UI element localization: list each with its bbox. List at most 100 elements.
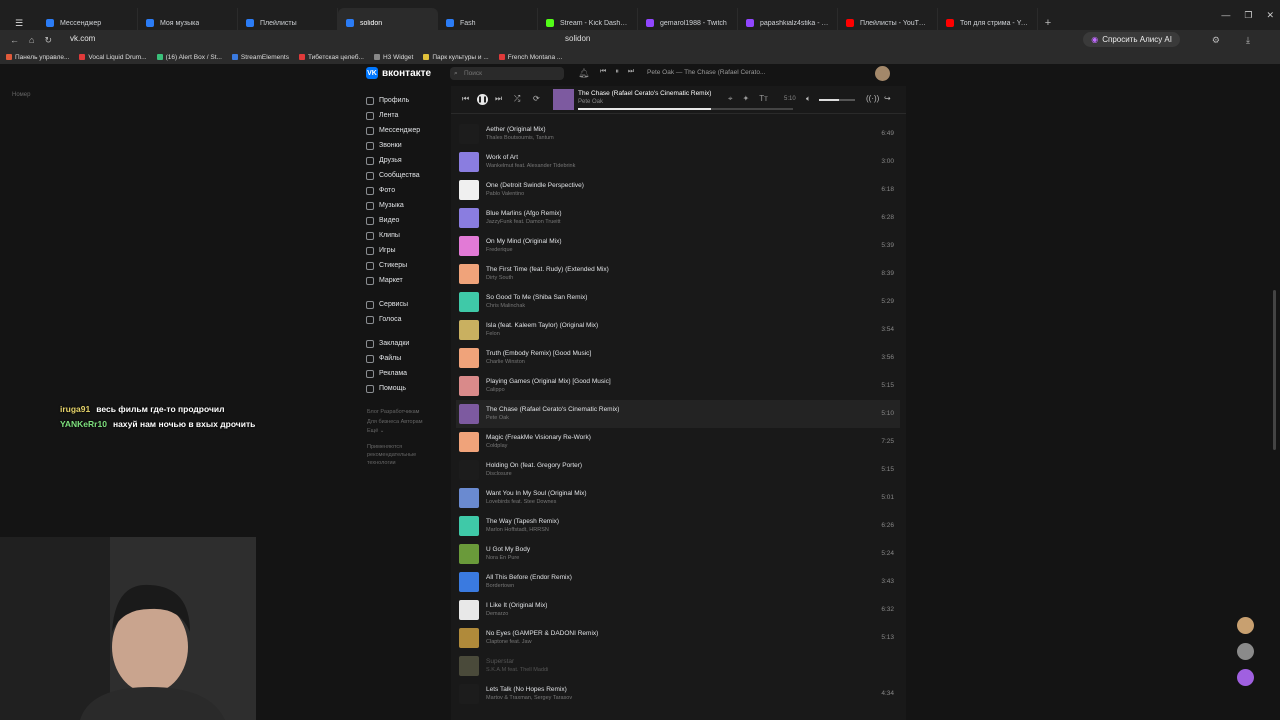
player-next-icon[interactable]: ⏭ — [495, 94, 502, 104]
bookmark-item[interactable]: Парк культуры и ... — [423, 54, 489, 61]
track-artist[interactable]: Wankelmut feat. Alexander Tidebrink — [486, 162, 575, 170]
track-artist[interactable]: Lovebirds feat. Stee Downes — [486, 498, 587, 506]
track-title[interactable]: One (Detroit Swindle Perspective) — [486, 182, 584, 190]
player-artist[interactable]: Pete Oak — [578, 99, 603, 105]
avatar[interactable] — [1237, 617, 1254, 634]
track-title[interactable]: Lets Talk (No Hopes Remix) — [486, 686, 572, 694]
track-artist[interactable]: Marlon Hoffstadt, HRRSN — [486, 526, 559, 534]
track-title[interactable]: Truth (Embody Remix) [Good Music] — [486, 350, 591, 358]
track-row[interactable]: Truth (Embody Remix) [Good Music] Charlie… — [456, 344, 900, 372]
track-artist[interactable]: Felon — [486, 330, 598, 338]
track-cover[interactable] — [459, 348, 479, 368]
sidebar-item[interactable]: Лента — [366, 108, 446, 123]
track-row[interactable]: Want You In My Soul (Original Mix) Lovebi… — [456, 484, 900, 512]
bookmark-item[interactable]: H3 Widget — [373, 54, 413, 61]
track-artist[interactable]: Coldplay — [486, 442, 591, 450]
sidebar-item[interactable]: Видео — [366, 213, 446, 228]
sidebar-item[interactable]: Профиль — [366, 93, 446, 108]
track-title[interactable]: I Like It (Original Mix) — [486, 602, 547, 610]
track-cover[interactable] — [459, 236, 479, 256]
notifications-icon[interactable]: 🔔︎ — [578, 68, 589, 79]
track-cover[interactable] — [459, 152, 479, 172]
downloads-icon[interactable]: ⤓ — [1246, 35, 1250, 46]
track-title[interactable]: U Got My Body — [486, 546, 530, 554]
cast-icon[interactable]: ((·)) — [866, 94, 879, 103]
avatar[interactable] — [875, 66, 890, 81]
track-title[interactable]: The Chase (Rafael Cerato's Cinematic Rem… — [486, 406, 619, 414]
sidebar-item[interactable]: Закладки — [366, 336, 446, 351]
track-cover[interactable] — [459, 656, 479, 676]
volume-icon[interactable]: 🔈︎ — [806, 94, 811, 104]
volume-slider[interactable] — [819, 99, 855, 101]
track-artist[interactable]: Frederique — [486, 246, 561, 254]
track-row[interactable]: Aether (Original Mix) Thales Boutsoumis, … — [456, 120, 900, 148]
track-row[interactable]: U Got My Body Nora En Pure 5:24 — [456, 540, 900, 568]
track-title[interactable]: Isla (feat. Kaleem Taylor) (Original Mix… — [486, 322, 598, 330]
track-title[interactable]: Blue Marlins (Afgo Remix) — [486, 210, 562, 218]
track-title[interactable]: Want You In My Soul (Original Mix) — [486, 490, 587, 498]
track-artist[interactable]: Dirty South — [486, 274, 609, 282]
track-title[interactable]: No Eyes (GAMPER & DADONI Remix) — [486, 630, 598, 638]
track-cover[interactable] — [459, 264, 479, 284]
track-cover[interactable] — [459, 684, 479, 704]
track-cover[interactable] — [459, 488, 479, 508]
track-cover[interactable] — [459, 600, 479, 620]
sidebar-item[interactable]: Сообщества — [366, 168, 446, 183]
mini-track-title[interactable]: Pete Oak — The Chase (Rafael Cerato... — [647, 69, 765, 76]
track-row[interactable]: The Chase (Rafael Cerato's Cinematic Rem… — [456, 400, 900, 428]
track-cover[interactable] — [459, 628, 479, 648]
repeat-icon[interactable]: ⟳ — [533, 94, 540, 103]
player-title[interactable]: The Chase (Rafael Cerato's Cinematic Rem… — [578, 90, 711, 97]
track-cover[interactable] — [459, 516, 479, 536]
extensions-icon[interactable]: ⚙ — [1212, 35, 1220, 46]
player-pause-button[interactable]: ❚❚ — [477, 94, 488, 105]
track-cover[interactable] — [459, 544, 479, 564]
track-row[interactable]: Playing Games (Original Mix) [Good Music… — [456, 372, 900, 400]
track-title[interactable]: The First Time (feat. Rudy) (Extended Mi… — [486, 266, 609, 274]
track-title[interactable]: On My Mind (Original Mix) — [486, 238, 561, 246]
maximize-icon[interactable]: ❐ — [1244, 10, 1252, 21]
sidebar-item[interactable]: Друзья — [366, 153, 446, 168]
track-artist[interactable]: Pablo Valentino — [486, 190, 584, 198]
recommend-icon[interactable]: ✦ — [743, 94, 750, 104]
track-title[interactable]: Holding On (feat. Gregory Porter) — [486, 462, 582, 470]
pause-icon[interactable]: ⏸ — [615, 68, 619, 76]
track-title[interactable]: Work of Art — [486, 154, 575, 162]
vk-logo[interactable]: VK вконтакте — [366, 67, 431, 79]
close-icon[interactable]: ✕ — [1266, 10, 1274, 21]
bookmark-item[interactable]: (16) Alert Box / St... — [156, 54, 222, 61]
track-title[interactable]: Playing Games (Original Mix) [Good Music… — [486, 378, 611, 386]
track-row[interactable]: Blue Marlins (Afgo Remix) JazzyFunk feat.… — [456, 204, 900, 232]
sidebar-item[interactable]: Файлы — [366, 351, 446, 366]
minimize-icon[interactable]: — — [1221, 10, 1230, 21]
track-cover[interactable] — [459, 124, 479, 144]
track-row[interactable]: No Eyes (GAMPER & DADONI Remix) Claptone … — [456, 624, 900, 652]
bookmark-item[interactable]: StreamElements — [231, 54, 289, 61]
track-row[interactable]: Holding On (feat. Gregory Porter) Disclos… — [456, 456, 900, 484]
track-cover[interactable] — [459, 432, 479, 452]
back-icon[interactable]: ← — [10, 35, 19, 45]
track-artist[interactable]: S.K.A.M feat. Thell Maddi — [486, 666, 548, 674]
track-title[interactable]: The Way (Tapesh Remix) — [486, 518, 559, 526]
track-row[interactable]: I Like It (Original Mix) Demarzo 6:32 — [456, 596, 900, 624]
avatar[interactable] — [1237, 669, 1254, 686]
sidebar-item[interactable]: Игры — [366, 243, 446, 258]
alice-button[interactable]: ◉ Спросить Алису AI — [1083, 32, 1180, 47]
track-row[interactable]: So Good To Me (Shiba San Remix) Chris Mal… — [456, 288, 900, 316]
page-scrollbar[interactable] — [1273, 290, 1276, 450]
player-progress[interactable] — [578, 108, 793, 110]
sidebar-item[interactable]: Клипы — [366, 228, 446, 243]
track-artist[interactable]: Thales Boutsoumis, Tantum — [486, 134, 554, 142]
track-title[interactable]: Magic (FreakMe Visionary Re-Work) — [486, 434, 591, 442]
prev-icon[interactable]: ⏮ — [600, 68, 606, 76]
player-prev-icon[interactable]: ⏮ — [462, 94, 469, 104]
bookmark-item[interactable]: Панель управле... — [6, 54, 69, 61]
track-row[interactable]: The First Time (feat. Rudy) (Extended Mi… — [456, 260, 900, 288]
track-cover[interactable] — [459, 208, 479, 228]
url-field[interactable]: vk.com — [70, 34, 95, 43]
footer-more[interactable]: Ещё ⌄ — [367, 427, 447, 437]
track-artist[interactable]: Claptone feat. Jaw — [486, 638, 598, 646]
bookmark-item[interactable]: Vocal Liquid Drum... — [79, 54, 147, 61]
track-artist[interactable]: Martov & Traxman, Sergey Tarasov — [486, 694, 572, 702]
track-row[interactable]: Superstar S.K.A.M feat. Thell Maddi — [456, 652, 900, 680]
